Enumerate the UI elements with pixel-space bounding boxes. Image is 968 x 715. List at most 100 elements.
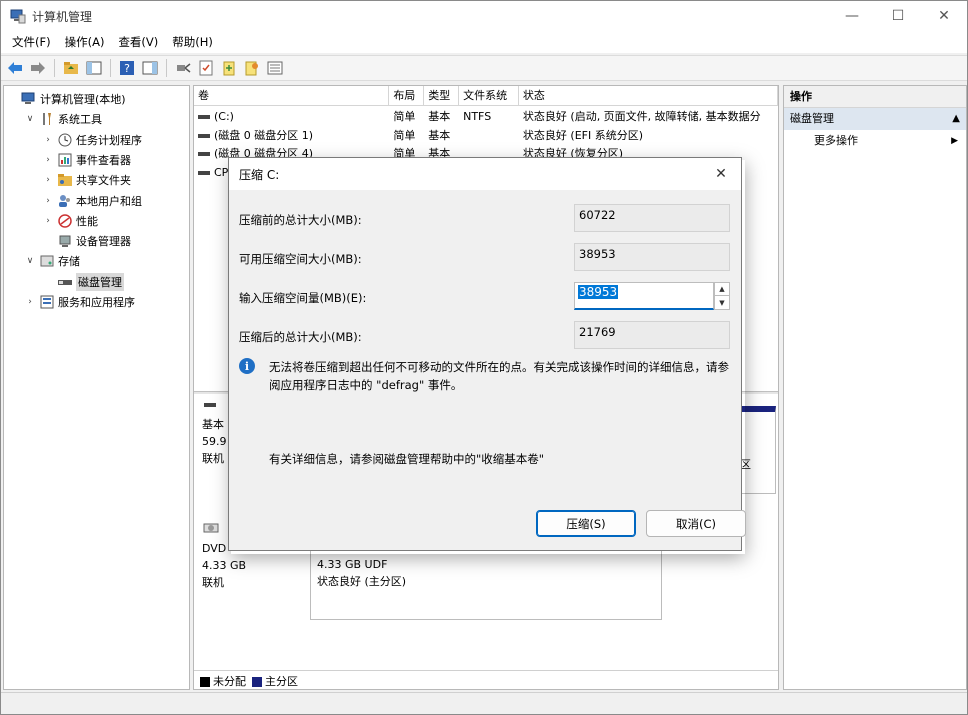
dvd-label: DVD xyxy=(202,542,227,555)
disk0-type: 基本 xyxy=(202,418,224,431)
toolbar-separator xyxy=(54,59,55,77)
cell-vol: (C:) xyxy=(194,108,389,126)
collapsed-chevron-icon[interactable]: › xyxy=(42,175,54,185)
tree-item[interactable]: › 事件查看器 xyxy=(4,150,189,170)
disk-icon xyxy=(204,403,216,407)
cell-layout: 简单 xyxy=(393,110,416,123)
close-button[interactable]: ✕ xyxy=(921,1,967,31)
title-bar[interactable]: 计算机管理 — ☐ ✕ xyxy=(1,1,967,31)
computer-icon xyxy=(21,91,37,107)
tree-item[interactable]: ∨ 系统工具 xyxy=(4,109,189,129)
menu-view[interactable]: 查看(V) xyxy=(111,34,165,50)
available-space-value: 38953 xyxy=(574,243,730,271)
more-actions[interactable]: 更多操作 ▶ xyxy=(784,130,966,152)
expanded-chevron-icon[interactable]: ∨ xyxy=(24,256,36,266)
shrink-amount-value: 38953 xyxy=(578,285,619,299)
table-row[interactable]: (磁盘 0 磁盘分区 1) 简单 基本 状态良好 (EFI 系统分区) xyxy=(194,127,778,145)
dvd-partition-status: 状态良好 (主分区) xyxy=(317,575,407,588)
spinner-up-button[interactable]: ▲ xyxy=(715,283,729,296)
legend-unallocated: 未分配 xyxy=(200,673,246,689)
column-header-status[interactable]: 状态 xyxy=(519,86,778,105)
dialog-title: 压缩 C: xyxy=(239,167,280,182)
svg-text:?: ? xyxy=(124,62,130,75)
device-manager-icon xyxy=(57,233,73,249)
tree-item-label: 事件查看器 xyxy=(76,153,131,167)
cell-type: 基本 xyxy=(428,110,451,123)
tree-item[interactable]: ∨ 存储 xyxy=(4,251,189,271)
column-header-layout[interactable]: 布局 xyxy=(389,86,425,105)
collapsed-chevron-icon[interactable]: › xyxy=(42,216,54,226)
tree-item[interactable]: 设备管理器 xyxy=(4,231,189,251)
new-item-button[interactable] xyxy=(219,58,239,78)
performance-icon xyxy=(57,213,73,229)
toolbar-separator xyxy=(110,59,111,77)
show-action-pane-button[interactable] xyxy=(140,58,160,78)
check-button[interactable] xyxy=(196,58,216,78)
properties-button[interactable] xyxy=(242,58,262,78)
back-button[interactable] xyxy=(5,58,25,78)
column-header-volume[interactable]: 卷 xyxy=(194,86,390,105)
cancel-button[interactable]: 取消(C) xyxy=(646,510,746,537)
services-icon xyxy=(39,294,55,310)
collapsed-chevron-icon[interactable]: › xyxy=(42,155,54,165)
users-icon xyxy=(57,193,73,209)
up-folder-button[interactable] xyxy=(61,58,81,78)
tree-item-label: 性能 xyxy=(76,214,98,228)
minimize-button[interactable]: — xyxy=(829,1,875,31)
action-pane-icon xyxy=(142,61,158,75)
tree-item[interactable]: › 任务计划程序 xyxy=(4,130,189,150)
menu-file[interactable]: 文件(F) xyxy=(5,34,58,50)
computer-management-icon xyxy=(10,9,26,24)
tree-item[interactable]: 磁盘管理 xyxy=(4,272,189,292)
collapsed-chevron-icon[interactable]: › xyxy=(42,196,54,206)
volume-icon xyxy=(198,133,210,138)
help-icon: ? xyxy=(120,61,134,75)
expanded-chevron-icon[interactable]: ∨ xyxy=(24,114,36,124)
show-hide-tree-button[interactable] xyxy=(84,58,104,78)
maximize-button[interactable]: ☐ xyxy=(875,1,921,31)
tree-item[interactable]: › 性能 xyxy=(4,211,189,231)
table-row[interactable]: (C:) 简单 基本 NTFS 状态良好 (启动, 页面文件, 故障转储, 基本数据分 xyxy=(194,108,778,126)
actions-group-disk-management[interactable]: 磁盘管理 ▲ xyxy=(784,108,966,130)
cell-fs: NTFS xyxy=(463,110,492,123)
view-button[interactable] xyxy=(265,58,285,78)
tree-item[interactable]: › 服务和应用程序 xyxy=(4,292,189,312)
storage-icon xyxy=(39,253,55,269)
menu-help[interactable]: 帮助(H) xyxy=(165,34,220,50)
help-button[interactable]: ? xyxy=(117,58,137,78)
cell-type: 基本 xyxy=(428,128,451,142)
close-icon: ✕ xyxy=(938,8,950,24)
dvd-drive-icon xyxy=(203,523,219,533)
shrink-button[interactable]: 压缩(S) xyxy=(536,510,636,537)
column-header-filesystem[interactable]: 文件系统 xyxy=(459,86,519,105)
column-header-type[interactable]: 类型 xyxy=(424,86,460,105)
up-arrow-icon: ▲ xyxy=(719,285,725,293)
cell-status: 状态良好 (EFI 系统分区) xyxy=(522,128,644,142)
total-before-value: 60722 xyxy=(574,204,730,232)
dvd-size: 4.33 GB xyxy=(202,559,247,572)
minimize-icon: — xyxy=(845,8,859,24)
volume-icon xyxy=(198,115,210,119)
menu-action[interactable]: 操作(A) xyxy=(58,34,112,50)
menu-bar: 文件(F) 操作(A) 查看(V) 帮助(H) xyxy=(1,31,967,53)
actions-title: 操作 xyxy=(784,86,966,108)
tree-item[interactable]: 计算机管理(本地) xyxy=(4,89,189,109)
dvd-status: 联机 xyxy=(202,576,224,589)
cell-status: 状态良好 (启动, 页面文件, 故障转储, 基本数据分 xyxy=(522,110,761,123)
tree-item-label: 任务计划程序 xyxy=(76,133,142,147)
dialog-title-bar[interactable]: 压缩 C: ✕ xyxy=(229,158,741,190)
collapsed-chevron-icon[interactable]: › xyxy=(24,297,36,307)
dvd-partition-size: 4.33 GB UDF xyxy=(317,558,388,571)
total-after-label: 压缩后的总计大小(MB): xyxy=(239,330,362,344)
shrink-amount-input[interactable]: 38953 xyxy=(574,282,714,310)
view-list-icon xyxy=(267,61,283,75)
forward-button[interactable] xyxy=(28,58,48,78)
close-icon: ✕ xyxy=(715,166,727,182)
collapsed-chevron-icon[interactable]: › xyxy=(42,135,54,145)
tree-item[interactable]: › 本地用户和组 xyxy=(4,191,189,211)
checklist-icon xyxy=(199,60,213,76)
dialog-close-button[interactable]: ✕ xyxy=(707,162,735,186)
spinner-down-button[interactable]: ▼ xyxy=(715,296,729,309)
connect-button[interactable] xyxy=(173,58,193,78)
tree-item[interactable]: › 共享文件夹 xyxy=(4,170,189,190)
